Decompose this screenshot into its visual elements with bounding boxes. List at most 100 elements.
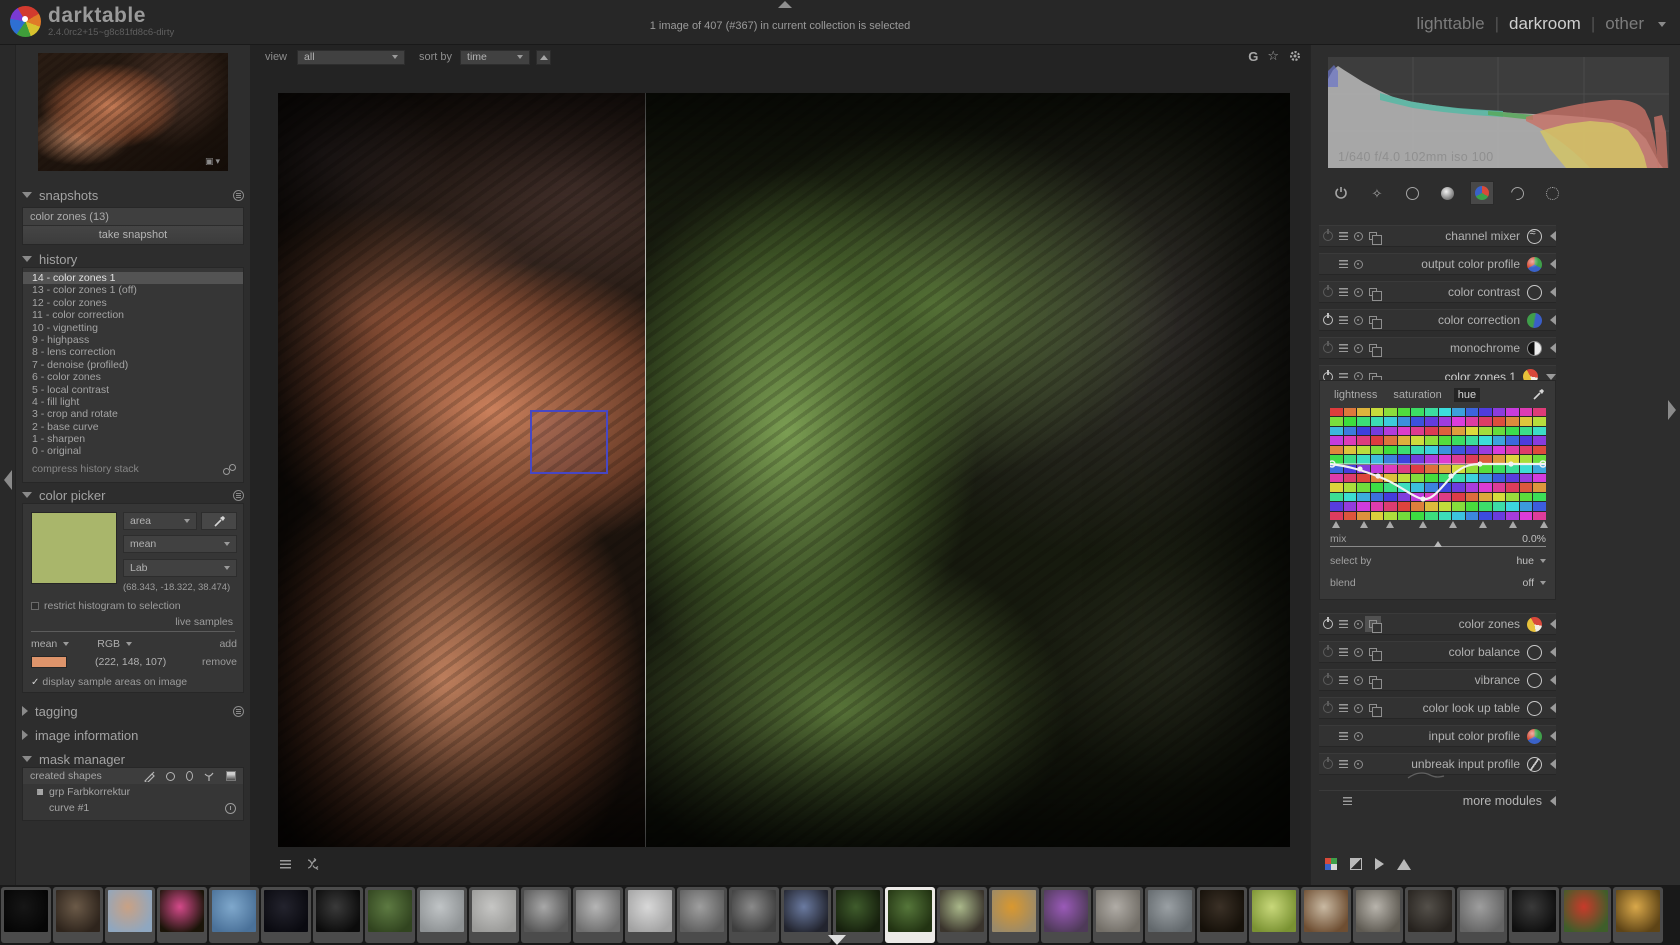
draw-ellipse-icon[interactable] bbox=[186, 771, 193, 781]
module-presets-icon[interactable] bbox=[1339, 704, 1348, 712]
module-reset-icon[interactable] bbox=[1354, 619, 1363, 629]
history-item[interactable]: 11 - color correction bbox=[23, 309, 243, 321]
module-color-balance[interactable]: color balance bbox=[1319, 641, 1556, 663]
module-presets-icon[interactable] bbox=[1339, 232, 1348, 240]
eyedropper-icon[interactable] bbox=[1532, 388, 1545, 401]
module-power-icon[interactable] bbox=[1323, 285, 1333, 297]
more-modules-row[interactable]: more modules bbox=[1319, 790, 1556, 810]
expand-module-arrow[interactable] bbox=[1550, 731, 1556, 741]
filmstrip-collapse-arrow[interactable] bbox=[828, 935, 846, 945]
draw-brush-icon[interactable] bbox=[204, 771, 215, 782]
module-duplicate-icon[interactable] bbox=[1369, 676, 1382, 689]
filmstrip-thumb[interactable] bbox=[417, 887, 467, 943]
module-color-correction[interactable]: color correction bbox=[1319, 309, 1556, 331]
group-correction[interactable] bbox=[1505, 181, 1529, 205]
filmstrip-thumb[interactable] bbox=[1145, 887, 1195, 943]
module-presets-icon[interactable] bbox=[1339, 620, 1348, 628]
color-picker-area-rect[interactable] bbox=[530, 410, 608, 474]
filmstrip-thumb[interactable] bbox=[1509, 887, 1559, 943]
raw-overexposure-icon[interactable] bbox=[1325, 858, 1337, 870]
favorite-star-icon[interactable]: ☆ bbox=[1267, 48, 1279, 64]
presets-icon[interactable] bbox=[233, 489, 244, 501]
expand-module-arrow[interactable] bbox=[1550, 287, 1556, 297]
filmstrip-thumb[interactable] bbox=[157, 887, 207, 943]
filmstrip-thumb[interactable] bbox=[1405, 887, 1455, 943]
filmstrip-thumb[interactable] bbox=[573, 887, 623, 943]
group-effects[interactable] bbox=[1540, 181, 1564, 205]
filmstrip-thumb[interactable] bbox=[885, 887, 935, 943]
view-filter-dropdown[interactable]: all bbox=[297, 49, 406, 65]
draw-path-icon[interactable] bbox=[144, 771, 155, 782]
filmstrip-thumb[interactable] bbox=[105, 887, 155, 943]
restrict-histogram-row[interactable]: restrict histogram to selection bbox=[31, 600, 181, 612]
group-tone[interactable] bbox=[1435, 181, 1459, 205]
module-presets-icon[interactable] bbox=[1343, 796, 1352, 805]
module-presets-icon[interactable] bbox=[1339, 760, 1348, 768]
expand-module-arrow[interactable] bbox=[1550, 703, 1556, 713]
filmstrip-thumb[interactable] bbox=[937, 887, 987, 943]
module-vibrance[interactable]: vibrance bbox=[1319, 669, 1556, 691]
module-reset-icon[interactable] bbox=[1354, 759, 1363, 769]
filmstrip-thumb[interactable] bbox=[677, 887, 727, 943]
filmstrip-thumb[interactable] bbox=[1093, 887, 1143, 943]
checkbox-icon[interactable] bbox=[31, 602, 39, 610]
snapshot-item[interactable]: color zones (13) bbox=[23, 208, 243, 226]
tab-hue[interactable]: hue bbox=[1453, 388, 1481, 402]
view-other[interactable]: other bbox=[1605, 14, 1644, 34]
filmstrip-thumb[interactable] bbox=[521, 887, 571, 943]
overexposure-icon[interactable] bbox=[1350, 858, 1362, 870]
top-panel-collapse-arrow[interactable] bbox=[778, 1, 792, 8]
module-reset-icon[interactable] bbox=[1354, 703, 1363, 713]
filmstrip-thumb[interactable] bbox=[989, 887, 1039, 943]
mask-manager-header[interactable]: mask manager bbox=[22, 751, 244, 767]
filmstrip-thumb[interactable] bbox=[53, 887, 103, 943]
group-favorites[interactable]: ✧ bbox=[1365, 181, 1389, 205]
sample-stat-dropdown[interactable]: mean bbox=[31, 638, 70, 650]
image-canvas[interactable] bbox=[278, 93, 1290, 847]
module-presets-icon[interactable] bbox=[1339, 260, 1348, 268]
history-item[interactable]: 8 - lens correction bbox=[23, 346, 243, 358]
filmstrip-thumb[interactable] bbox=[1, 887, 51, 943]
history-item[interactable]: 13 - color zones 1 (off) bbox=[23, 284, 243, 296]
filmstrip-thumb[interactable] bbox=[1457, 887, 1507, 943]
module-color-zones[interactable]: color zones bbox=[1319, 613, 1556, 635]
history-item[interactable]: 5 - local contrast bbox=[23, 384, 243, 396]
filmstrip-thumb[interactable] bbox=[1197, 887, 1247, 943]
history-item[interactable]: 3 - crop and rotate bbox=[23, 408, 243, 420]
add-sample-button[interactable]: add bbox=[219, 638, 237, 650]
picker-mode-dropdown[interactable]: area bbox=[123, 512, 197, 530]
filmstrip-thumb[interactable] bbox=[209, 887, 259, 943]
module-presets-icon[interactable] bbox=[1339, 648, 1348, 656]
filmstrip-thumb[interactable] bbox=[313, 887, 363, 943]
image-information-header[interactable]: image information bbox=[22, 727, 244, 743]
expand-module-arrow[interactable] bbox=[1550, 675, 1556, 685]
filmstrip-thumb[interactable] bbox=[781, 887, 831, 943]
sample-space-dropdown[interactable]: RGB bbox=[97, 638, 133, 650]
settings-gear-icon[interactable] bbox=[1288, 49, 1302, 63]
module-reset-icon[interactable] bbox=[1354, 343, 1363, 353]
picker-stat-dropdown[interactable]: mean bbox=[123, 535, 237, 553]
draw-gradient-icon[interactable] bbox=[226, 771, 236, 781]
mask-group-row[interactable]: grp Farbkorrektur bbox=[23, 784, 243, 800]
tab-lightness[interactable]: lightness bbox=[1330, 388, 1381, 402]
module-power-icon[interactable] bbox=[1323, 229, 1333, 241]
module-duplicate-icon[interactable] bbox=[1369, 648, 1382, 661]
mask-shape-row[interactable]: curve #1 bbox=[23, 800, 243, 816]
module-duplicate-icon[interactable] bbox=[1369, 232, 1382, 245]
view-lighttable[interactable]: lighttable bbox=[1417, 14, 1485, 34]
module-power-icon[interactable] bbox=[1323, 341, 1333, 353]
blend-row[interactable]: blend off bbox=[1330, 577, 1546, 589]
module-power-icon[interactable] bbox=[1323, 645, 1333, 657]
view-darkroom[interactable]: darkroom bbox=[1509, 14, 1581, 34]
module-color-look-up-table[interactable]: color look up table bbox=[1319, 697, 1556, 719]
tab-saturation[interactable]: saturation bbox=[1389, 388, 1445, 402]
compress-icon[interactable] bbox=[223, 464, 236, 476]
colorzones-curve[interactable] bbox=[1330, 408, 1546, 520]
sort-direction-button[interactable] bbox=[536, 49, 552, 65]
compress-history-button[interactable]: compress history stack bbox=[32, 463, 139, 475]
module-input-color-profile[interactable]: input color profile bbox=[1319, 725, 1556, 747]
filmstrip[interactable] bbox=[0, 885, 1680, 945]
expand-module-arrow[interactable] bbox=[1550, 647, 1556, 657]
snapshots-header[interactable]: snapshots bbox=[22, 187, 244, 203]
module-reset-icon[interactable] bbox=[1354, 315, 1363, 325]
